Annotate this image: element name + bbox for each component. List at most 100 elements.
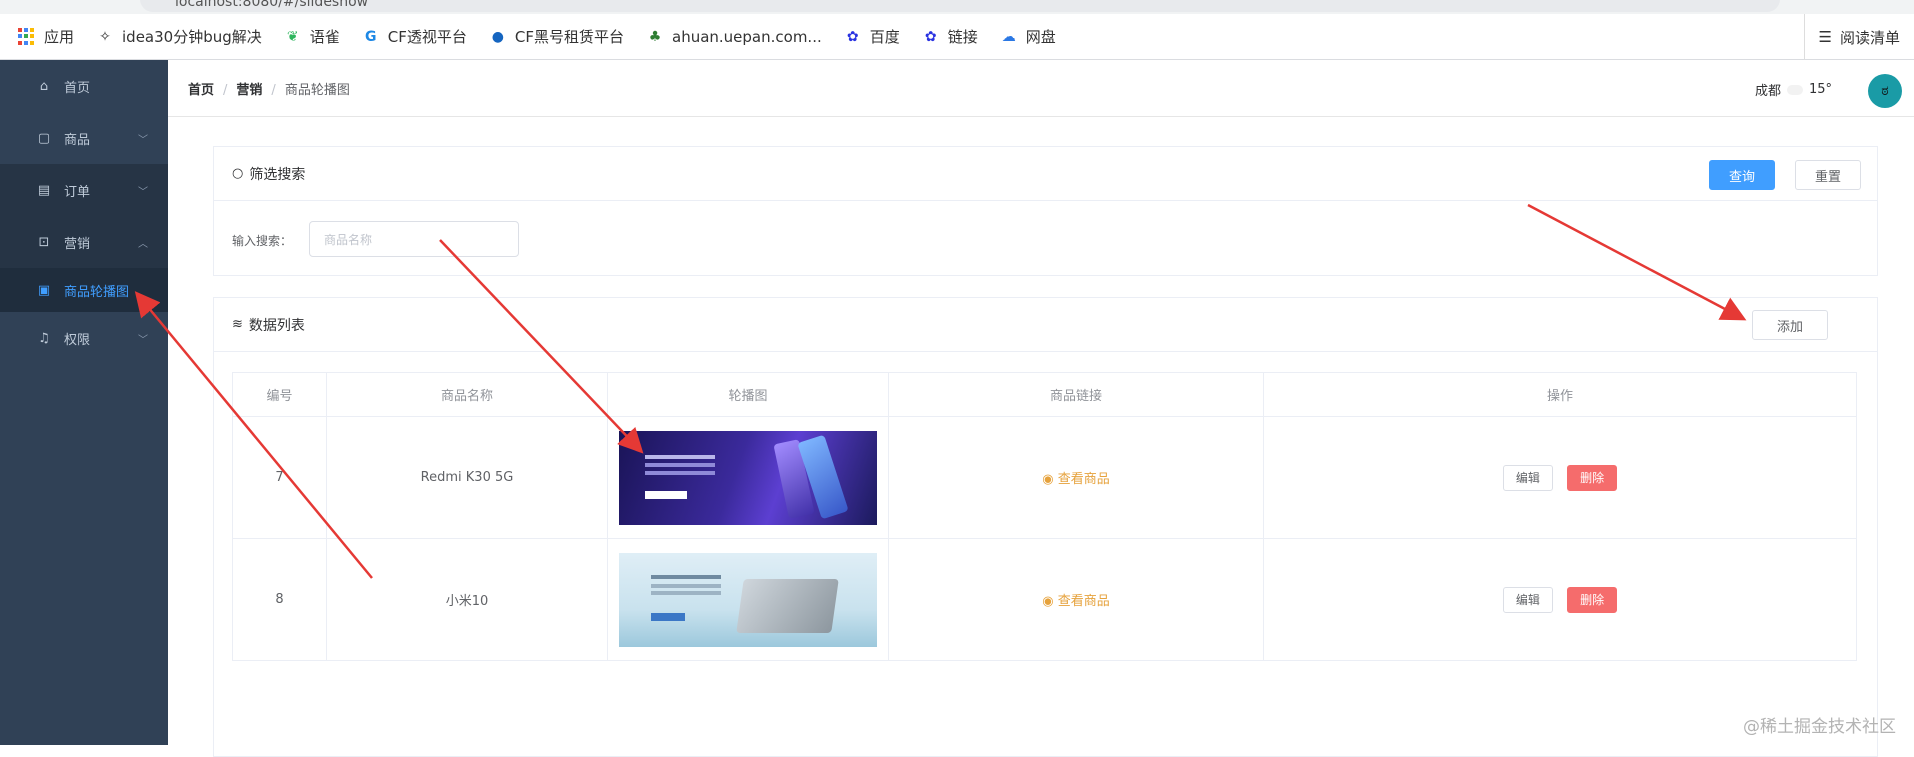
breadcrumb-current: 商品轮播图	[285, 83, 350, 98]
bookmark-label: ahuan.uepan.com...	[672, 28, 822, 46]
bag-icon: ▢	[36, 131, 52, 146]
weather-city: 成都	[1755, 80, 1781, 99]
bookmark-label: 百度	[870, 26, 900, 47]
cell-name: Redmi K30 5G	[327, 417, 608, 539]
filter-title: 筛选搜索	[249, 164, 305, 184]
bookmark-baidu[interactable]: ✿ 百度	[844, 26, 900, 47]
table-header-row: 编号 商品名称 轮播图 商品链接 操作	[233, 373, 1857, 417]
reading-list-icon: ☰	[1819, 28, 1832, 46]
column-header[interactable]: 商品链接	[889, 373, 1264, 417]
cloud-icon: ☁	[1000, 28, 1018, 46]
sidebar-item-slideshow[interactable]: ▣ 商品轮播图	[0, 268, 168, 312]
view-product-label: 查看商品	[1058, 472, 1110, 487]
chevron-down-icon: ﹀	[138, 331, 148, 346]
weather-temperature: 15°	[1809, 82, 1832, 97]
apps-grid-icon	[18, 28, 36, 46]
avatar[interactable]: ಠ	[1868, 74, 1902, 108]
sidebar-item-marketing[interactable]: ⊡ 营销 ︿	[0, 216, 168, 268]
cell-banner	[608, 539, 889, 661]
eye-icon: ◉	[1042, 594, 1057, 609]
navbar: 首页/营销/商品轮播图 成都 15° ಠ	[168, 60, 1914, 117]
clipboard-icon: ▤	[36, 183, 52, 198]
idea-icon: ✧	[96, 28, 114, 46]
breadcrumb-home[interactable]: 首页	[188, 83, 214, 98]
home-icon: ⌂	[36, 79, 52, 94]
bookmark-label: 网盘	[1026, 26, 1056, 47]
watermark: @稀土掘金技术社区	[1743, 712, 1896, 737]
table-row: 7 Redmi K30 5G ◉ 查看商品 编辑 删除	[233, 417, 1857, 539]
data-list-title: 数据列表	[249, 315, 305, 335]
search-icon: ○	[232, 166, 243, 181]
database-icon: ≋	[232, 317, 243, 332]
address-field[interactable]	[140, 0, 1780, 12]
bookmark-idea[interactable]: ✧ idea30分钟bug解决	[96, 26, 262, 47]
edit-button[interactable]: 编辑	[1503, 587, 1553, 613]
bookmark-cf-perspective[interactable]: G CF透视平台	[362, 26, 467, 47]
weather-widget: 成都 15°	[1755, 80, 1832, 99]
cell-link: ◉ 查看商品	[889, 539, 1264, 661]
chevron-down-icon: ﹀	[138, 131, 148, 146]
cell-id: 7	[233, 417, 327, 539]
chevron-up-icon: ︿	[138, 235, 148, 250]
table-row: 8 小米10 ◉ 查看商品 编辑 删除	[233, 539, 1857, 661]
bookmark-yuque[interactable]: ❦ 语雀	[284, 26, 340, 47]
reset-button[interactable]: 重置	[1795, 160, 1861, 190]
bookmark-cf-rental[interactable]: ● CF黑号租赁平台	[489, 26, 624, 47]
view-product-link[interactable]: ◉ 查看商品	[1042, 472, 1110, 487]
column-header[interactable]: 编号	[233, 373, 327, 417]
bird-icon: ●	[489, 28, 507, 46]
bookmark-links[interactable]: ✿ 链接	[922, 26, 978, 47]
bookmarks-bar: 应用 ✧ idea30分钟bug解决 ❦ 语雀 G CF透视平台 ● CF黑号租…	[0, 14, 1914, 60]
add-button[interactable]: 添加	[1752, 310, 1828, 340]
edit-button[interactable]: 编辑	[1503, 465, 1553, 491]
sidebar-item-permissions[interactable]: ♫ 权限 ﹀	[0, 312, 168, 364]
tree-icon: ♣	[646, 28, 664, 46]
image-icon: ▣	[36, 283, 52, 298]
delete-button[interactable]: 删除	[1567, 465, 1617, 491]
sidebar-item-label: 订单	[64, 181, 90, 200]
banner-image	[619, 431, 877, 525]
bookmark-netdisk[interactable]: ☁ 网盘	[1000, 26, 1056, 47]
sidebar-item-home[interactable]: ⌂ 首页	[0, 60, 168, 112]
cell-link: ◉ 查看商品	[889, 417, 1264, 539]
filter-card: ○ 筛选搜索 查询 重置 输入搜索： 商品名称	[213, 146, 1878, 276]
search-input[interactable]: 商品名称	[309, 221, 519, 257]
view-product-label: 查看商品	[1058, 594, 1110, 609]
reading-list[interactable]: ☰ 阅读清单	[1804, 14, 1900, 60]
cell-id: 8	[233, 539, 327, 661]
bookmark-apps[interactable]: 应用	[18, 26, 74, 47]
eye-icon: ◉	[1042, 472, 1057, 487]
baidu-paw-icon: ✿	[844, 28, 862, 46]
cell-name: 小米10	[327, 539, 608, 661]
sidebar-item-products[interactable]: ▢ 商品 ﹀	[0, 112, 168, 164]
view-product-link[interactable]: ◉ 查看商品	[1042, 594, 1110, 609]
breadcrumb: 首页/营销/商品轮播图	[188, 79, 350, 98]
cell-actions: 编辑 删除	[1264, 417, 1857, 539]
column-header[interactable]: 商品名称	[327, 373, 608, 417]
browser-url-bar[interactable]: localhost:8080/#/slideshow	[0, 0, 1914, 14]
cell-banner	[608, 417, 889, 539]
sidebar-item-orders[interactable]: ▤ 订单 ﹀	[0, 164, 168, 216]
breadcrumb-marketing[interactable]: 营销	[236, 83, 262, 98]
bookmark-label: 链接	[948, 26, 978, 47]
search-label: 输入搜索：	[232, 232, 292, 249]
url-text: localhost:8080/#/slideshow	[175, 0, 368, 10]
sidebar-item-label: 营销	[64, 233, 90, 252]
bookmark-label: 应用	[44, 26, 74, 47]
data-list-card: ≋ 数据列表 添加 编号 商品名称 轮播图 商品链接 操作 7 Redmi K3…	[213, 297, 1878, 757]
delete-button[interactable]: 删除	[1567, 587, 1617, 613]
sidebar-item-label: 商品	[64, 129, 90, 148]
column-header[interactable]: 操作	[1264, 373, 1857, 417]
bookmark-label: 语雀	[310, 26, 340, 47]
gift-icon: ⊡	[36, 235, 52, 250]
bookmark-label: CF黑号租赁平台	[515, 26, 624, 47]
sidebar-item-label: 权限	[64, 329, 90, 348]
bookmark-ahuan[interactable]: ♣ ahuan.uepan.com...	[646, 28, 822, 46]
bell-icon: ♫	[36, 331, 52, 346]
filter-card-header: ○ 筛选搜索	[214, 147, 1877, 201]
query-button[interactable]: 查询	[1709, 160, 1775, 190]
bookmark-label: idea30分钟bug解决	[122, 26, 262, 47]
banner-image	[619, 553, 877, 647]
column-header[interactable]: 轮播图	[608, 373, 889, 417]
sidebar-item-label: 首页	[64, 77, 90, 96]
